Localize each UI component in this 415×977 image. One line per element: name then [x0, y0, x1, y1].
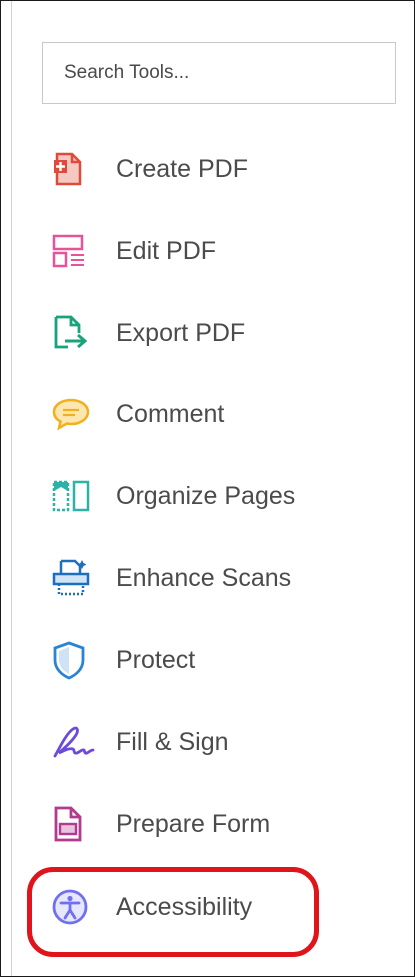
tool-label: Protect: [116, 645, 196, 674]
tool-label: Create PDF: [116, 154, 248, 183]
tool-prepare-form[interactable]: Prepare Form: [46, 792, 386, 856]
export-pdf-icon: [46, 305, 102, 361]
protect-icon: [46, 632, 102, 688]
tool-label: Fill & Sign: [116, 727, 229, 756]
tool-label: Organize Pages: [116, 481, 296, 510]
tool-enhance-scans[interactable]: Enhance Scans: [46, 546, 386, 610]
comment-icon: [46, 386, 102, 442]
panel-divider: [11, 1, 12, 976]
accessibility-icon: [46, 879, 102, 935]
fill-sign-icon: [46, 714, 102, 770]
tools-panel: Create PDF Edit PDF Export PDF: [0, 0, 415, 977]
edit-pdf-icon: [46, 223, 102, 279]
tool-label: Prepare Form: [116, 809, 271, 838]
tool-export-pdf[interactable]: Export PDF: [46, 301, 386, 365]
tool-organize-pages[interactable]: Organize Pages: [46, 464, 386, 528]
tool-fill-sign[interactable]: Fill & Sign: [46, 710, 386, 774]
tool-label: Comment: [116, 399, 225, 428]
search-tools-input[interactable]: [42, 42, 396, 104]
tool-accessibility[interactable]: Accessibility: [46, 875, 386, 939]
tool-label: Accessibility: [116, 892, 253, 921]
tool-label: Enhance Scans: [116, 563, 292, 592]
tool-protect[interactable]: Protect: [46, 628, 386, 692]
create-pdf-icon: [46, 141, 102, 197]
tool-label: Export PDF: [116, 318, 246, 347]
tool-comment[interactable]: Comment: [46, 382, 386, 446]
tool-edit-pdf[interactable]: Edit PDF: [46, 219, 386, 283]
tool-create-pdf[interactable]: Create PDF: [46, 137, 386, 201]
organize-pages-icon: [46, 468, 102, 524]
enhance-scans-icon: [46, 550, 102, 606]
prepare-form-icon: [46, 796, 102, 852]
tool-label: Edit PDF: [116, 236, 217, 265]
